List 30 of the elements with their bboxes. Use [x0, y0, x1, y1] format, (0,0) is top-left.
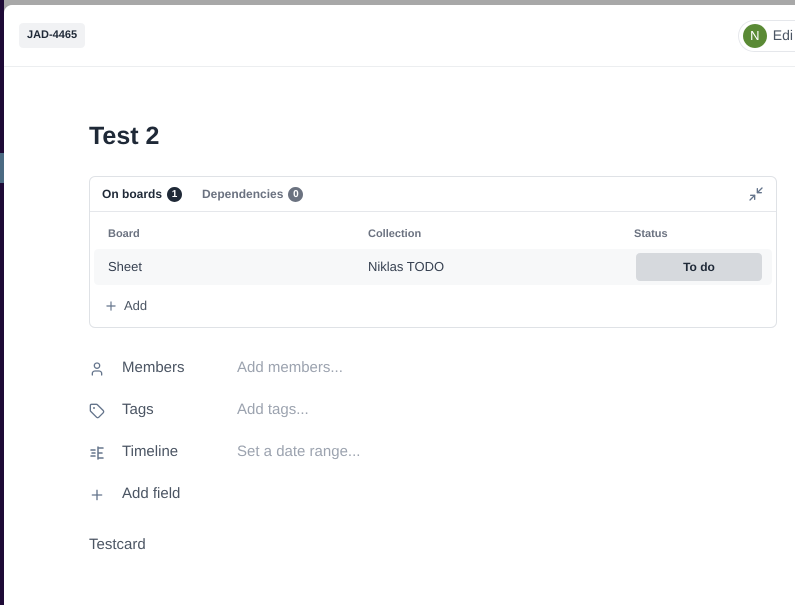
table-row[interactable]: Sheet Niklas TODO To do: [94, 248, 772, 284]
count-badge: 0: [288, 186, 304, 202]
status-button[interactable]: To do: [636, 252, 762, 280]
table-cell-text: Sheet: [108, 258, 143, 276]
panel-tab[interactable]: On boards 1: [102, 185, 182, 203]
collapse-icon[interactable]: [748, 186, 764, 202]
field-input[interactable]: Add tags...: [237, 399, 497, 422]
field-label: Tags: [122, 400, 155, 420]
panel-tab[interactable]: Dependencies 0: [202, 185, 304, 203]
column-header: Board: [108, 227, 141, 242]
plus-icon: [104, 298, 118, 312]
column-header: Collection: [368, 227, 422, 242]
field-label[interactable]: Add field: [122, 483, 237, 506]
card-description: Testcard: [89, 534, 146, 554]
plus-icon: [89, 486, 105, 502]
person-icon: [89, 360, 105, 376]
field-input[interactable]: Set a date range...: [237, 441, 497, 464]
table-cell-text: Niklas TODO: [368, 258, 446, 276]
card-id-badge: JAD-4465: [19, 23, 86, 48]
sidebar-marker: [0, 153, 4, 183]
column-header: Status: [634, 227, 669, 242]
add-row-button[interactable]: Add: [90, 284, 162, 326]
count-badge: 1: [167, 186, 182, 202]
field-input[interactable]: Add members...: [237, 357, 497, 380]
field-label: Members: [122, 358, 186, 378]
tag-icon: [89, 402, 105, 418]
timeline-icon: [89, 444, 105, 460]
editor-button[interactable]: N Edi: [738, 20, 795, 52]
card-title: Test 2: [89, 121, 160, 151]
field-label: Timeline: [122, 442, 180, 462]
